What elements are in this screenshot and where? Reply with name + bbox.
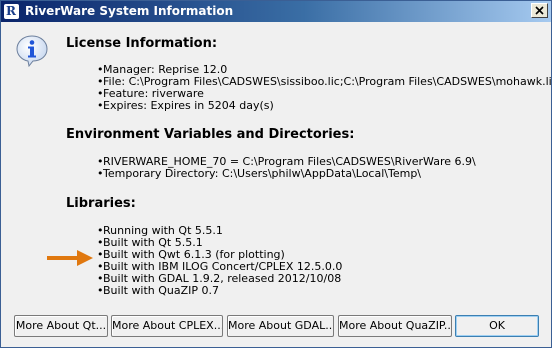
libraries-section-title: Libraries: bbox=[66, 196, 136, 211]
libraries-list: •Running with Qt 5.5.1 •Built with Qt 5.… bbox=[97, 225, 342, 297]
riverware-app-icon: R bbox=[4, 4, 19, 19]
close-icon bbox=[535, 6, 544, 15]
more-about-gdal-button[interactable]: More About GDAL... bbox=[227, 315, 334, 337]
environment-section-title: Environment Variables and Directories: bbox=[66, 127, 355, 142]
license-list: •Manager: Reprise 12.0 •File: C:\Program… bbox=[97, 64, 552, 112]
environment-list: •RIVERWARE_HOME_70 = C:\Program Files\CA… bbox=[97, 156, 476, 180]
system-info-dialog: R RiverWare System Information License I… bbox=[0, 0, 552, 348]
list-item: •Expires: Expires in 5204 day(s) bbox=[97, 99, 274, 112]
more-about-cplex-button[interactable]: More About CPLEX... bbox=[111, 315, 223, 337]
ok-button[interactable]: OK bbox=[455, 315, 539, 337]
information-icon bbox=[16, 35, 48, 68]
close-button[interactable] bbox=[531, 3, 548, 18]
list-item: •Built with QuaZIP 0.7 bbox=[97, 284, 220, 297]
title-bar[interactable]: R RiverWare System Information bbox=[1, 1, 551, 22]
orange-arrow-icon bbox=[47, 250, 93, 266]
list-item: •Temporary Directory: C:\Users\philw\App… bbox=[97, 167, 422, 180]
license-section-title: License Information: bbox=[66, 36, 218, 51]
window-title: RiverWare System Information bbox=[25, 4, 234, 18]
more-about-quazip-button[interactable]: More About QuaZIP... bbox=[338, 315, 452, 337]
more-about-qt-button[interactable]: More About Qt... bbox=[14, 315, 108, 337]
